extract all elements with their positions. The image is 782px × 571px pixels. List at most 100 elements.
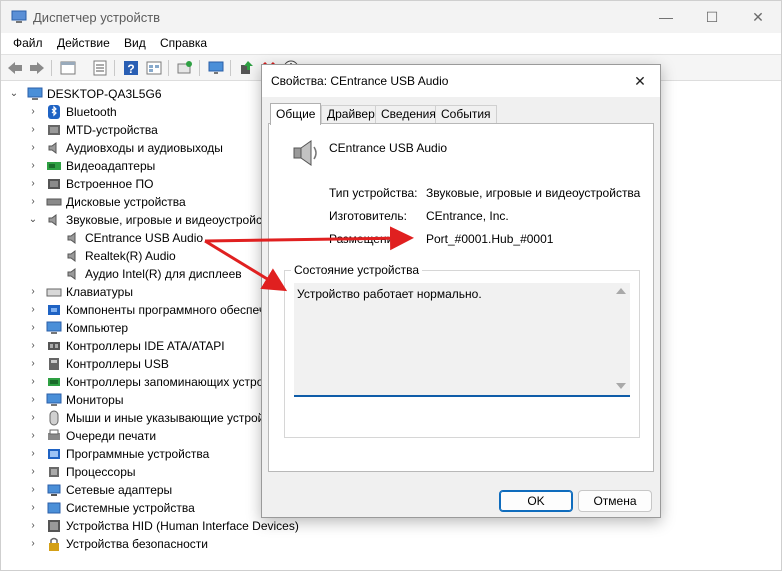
tab-events[interactable]: События bbox=[435, 105, 497, 124]
scroll-down-icon[interactable] bbox=[616, 383, 626, 389]
menu-help[interactable]: Справка bbox=[160, 36, 207, 50]
security-device-icon bbox=[49, 537, 59, 551]
chevron-right-icon[interactable]: › bbox=[28, 376, 38, 388]
tree-item[interactable]: › MTD-устройства bbox=[1, 121, 263, 139]
forward-arrow-icon[interactable] bbox=[28, 59, 46, 77]
grid-view-icon[interactable] bbox=[145, 59, 163, 77]
chevron-right-icon[interactable]: › bbox=[28, 430, 38, 442]
chevron-right-icon[interactable]: › bbox=[28, 358, 38, 370]
chevron-right-icon[interactable]: › bbox=[28, 178, 38, 190]
ide-controller-icon bbox=[48, 342, 60, 350]
tree-item[interactable]: › Контроллеры USB bbox=[1, 355, 263, 373]
speaker-icon bbox=[67, 250, 76, 262]
tree-item[interactable]: › Bluetooth bbox=[1, 103, 263, 121]
chevron-right-icon[interactable]: › bbox=[28, 304, 38, 316]
device-status-textbox[interactable]: Устройство работает нормально. bbox=[294, 283, 630, 397]
chevron-right-icon[interactable]: › bbox=[28, 142, 38, 154]
tree-item[interactable]: › Процессоры bbox=[1, 463, 263, 481]
tree-item[interactable]: › Компоненты программного обеспечения bbox=[1, 301, 291, 319]
tree-item[interactable]: › Клавиатуры bbox=[1, 283, 263, 301]
tab-driver[interactable]: Драйвер bbox=[321, 105, 381, 124]
tree-child-item[interactable]: Аудио Intel(R) для дисплеев bbox=[1, 265, 263, 283]
tree-item[interactable]: › Контроллеры запоминающих устройств bbox=[1, 373, 288, 391]
tree-item-label: Процессоры bbox=[66, 465, 136, 479]
menu-file[interactable]: Файл bbox=[13, 36, 43, 50]
maximize-button[interactable]: ☐ bbox=[689, 1, 735, 33]
audio-io-icon bbox=[48, 142, 57, 154]
monitor-icon[interactable] bbox=[207, 59, 225, 77]
tab-general[interactable]: Общие bbox=[270, 103, 322, 125]
tree-item[interactable]: › Встроенное ПО bbox=[1, 175, 263, 193]
svg-text:?: ? bbox=[127, 62, 134, 76]
device-type-value: Звуковые, игровые и видеоустройства bbox=[426, 186, 641, 200]
tree-root-label: DESKTOP-QA3L5G6 bbox=[47, 87, 162, 101]
close-button[interactable]: ✕ bbox=[735, 1, 781, 33]
tree-item[interactable]: › Системные устройства bbox=[1, 499, 263, 517]
chevron-right-icon[interactable]: › bbox=[28, 466, 38, 478]
device-type-label: Тип устройства: bbox=[329, 186, 418, 200]
title-bar: Диспетчер устройств — ☐ ✕ bbox=[1, 1, 781, 33]
tree-item[interactable]: › Мыши и иные указывающие устройства bbox=[1, 409, 289, 427]
manufacturer-label: Изготовитель: bbox=[329, 209, 407, 223]
tree-child-item[interactable]: Realtek(R) Audio bbox=[1, 247, 263, 265]
chevron-right-icon[interactable]: › bbox=[28, 448, 38, 460]
chevron-right-icon[interactable]: › bbox=[28, 484, 38, 496]
menu-action[interactable]: Действие bbox=[57, 36, 110, 50]
tree-item-label: Мыши и иные указывающие устройства bbox=[66, 411, 289, 425]
tree-item[interactable]: › Устройства HID (Human Interface Devices… bbox=[1, 517, 299, 535]
chevron-right-icon[interactable]: › bbox=[28, 520, 38, 532]
tree-item[interactable]: ⌄ Звуковые, игровые и видеоустройства bbox=[1, 211, 281, 229]
tree-item[interactable]: › Программные устройства bbox=[1, 445, 263, 463]
display-adapter-icon bbox=[47, 162, 61, 170]
chevron-right-icon[interactable]: › bbox=[28, 340, 38, 352]
chevron-right-icon[interactable]: › bbox=[28, 286, 38, 298]
tree-item[interactable]: › Компьютер bbox=[1, 319, 263, 337]
chevron-right-icon[interactable]: › bbox=[28, 538, 38, 550]
tree-item[interactable]: › Аудиовходы и аудиовыходы bbox=[1, 139, 263, 157]
firmware-icon bbox=[48, 179, 60, 189]
minimize-button[interactable]: — bbox=[643, 1, 689, 33]
chevron-right-icon[interactable]: › bbox=[28, 160, 38, 172]
help-icon[interactable]: ? bbox=[122, 59, 140, 77]
tree-item[interactable]: › Сетевые адаптеры bbox=[1, 481, 263, 499]
tree-item[interactable]: › Очереди печати bbox=[1, 427, 263, 445]
chevron-down-icon[interactable]: ⌄ bbox=[9, 88, 19, 100]
window-title: Диспетчер устройств bbox=[33, 10, 161, 25]
ok-button[interactable]: OK bbox=[499, 490, 573, 512]
update-driver-icon[interactable] bbox=[238, 59, 256, 77]
chevron-right-icon[interactable]: › bbox=[28, 394, 38, 406]
chevron-down-icon[interactable]: ⌄ bbox=[28, 214, 38, 226]
tree-item[interactable]: › Видеоадаптеры bbox=[1, 157, 263, 175]
chevron-right-icon[interactable]: › bbox=[28, 196, 38, 208]
list-icon[interactable] bbox=[91, 59, 109, 77]
chevron-right-icon[interactable]: › bbox=[28, 106, 38, 118]
scan-hardware-icon[interactable] bbox=[176, 59, 194, 77]
toolbar-separator bbox=[114, 60, 115, 76]
chevron-right-icon[interactable]: › bbox=[28, 322, 38, 334]
tree-item[interactable]: › Дисковые устройства bbox=[1, 193, 263, 211]
tree-item-label: Компоненты программного обеспечения bbox=[66, 303, 292, 317]
tab-details[interactable]: Сведения bbox=[375, 105, 442, 124]
back-arrow-icon[interactable] bbox=[6, 59, 24, 77]
processor-icon bbox=[49, 467, 59, 477]
tree-item[interactable]: › Контроллеры IDE ATA/ATAPI bbox=[1, 337, 263, 355]
chevron-right-icon[interactable]: › bbox=[28, 502, 38, 514]
menu-view[interactable]: Вид bbox=[124, 36, 146, 50]
toolbar-separator bbox=[168, 60, 169, 76]
tree-item[interactable]: › Устройства безопасности bbox=[1, 535, 263, 553]
chevron-right-icon[interactable]: › bbox=[28, 124, 38, 136]
storage-controller-icon bbox=[48, 378, 60, 386]
menu-bar: Файл Действие Вид Справка bbox=[1, 33, 781, 53]
tree-child-item[interactable]: CEntrance USB Audio bbox=[1, 229, 263, 247]
properties-icon[interactable] bbox=[59, 59, 77, 77]
tree-root[interactable]: ⌄ DESKTOP-QA3L5G6 bbox=[1, 85, 261, 103]
cancel-button[interactable]: Отмена bbox=[578, 490, 652, 512]
device-name: CEntrance USB Audio bbox=[329, 141, 448, 155]
dialog-close-button[interactable]: ✕ bbox=[620, 65, 660, 97]
tree-item[interactable]: › Мониторы bbox=[1, 391, 263, 409]
tree-child-label: CEntrance USB Audio bbox=[85, 231, 204, 245]
location-label: Размещение: bbox=[329, 232, 404, 246]
monitor-icon bbox=[46, 393, 62, 406]
scroll-up-icon[interactable] bbox=[616, 288, 626, 294]
chevron-right-icon[interactable]: › bbox=[28, 412, 38, 424]
